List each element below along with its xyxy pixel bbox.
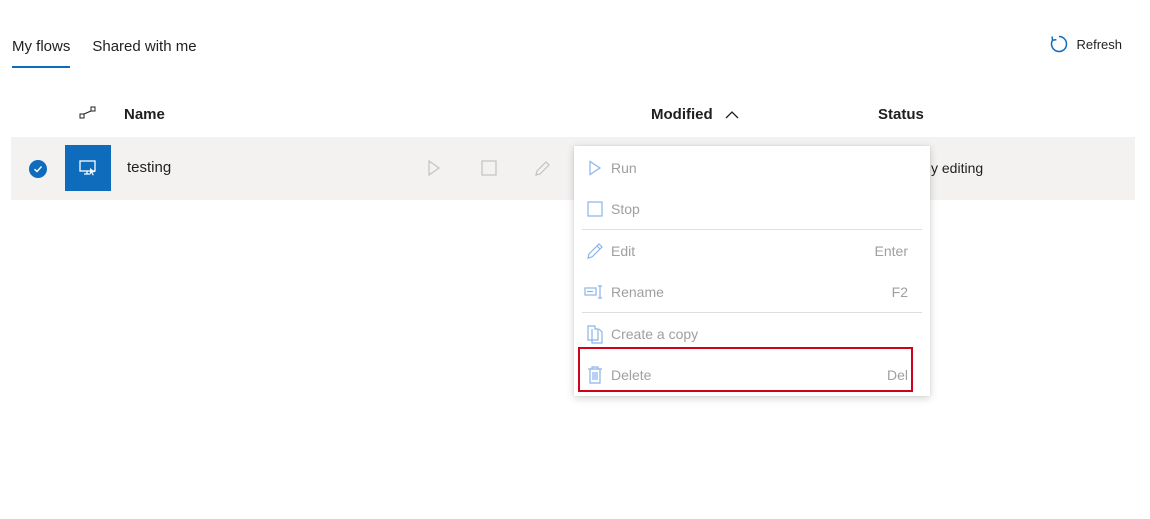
menu-item-edit[interactable]: Edit Enter	[574, 231, 930, 271]
tab-shared-with-me[interactable]: Shared with me	[92, 36, 196, 68]
tab-my-flows[interactable]: My flows	[12, 36, 71, 68]
menu-separator	[582, 229, 922, 230]
refresh-label: Refresh	[1076, 36, 1122, 52]
table-row[interactable]: testing y editing	[11, 137, 1135, 200]
run-icon[interactable]	[427, 159, 441, 177]
edit-icon[interactable]	[532, 159, 552, 179]
stop-icon	[584, 200, 606, 218]
column-header-modified[interactable]: Modified	[651, 103, 739, 127]
column-header-status[interactable]: Status	[878, 103, 924, 127]
menu-item-label: Stop	[611, 201, 640, 217]
delete-highlight-box	[578, 347, 913, 392]
checkmark-icon	[34, 166, 43, 173]
stop-icon[interactable]	[480, 159, 498, 177]
menu-separator	[582, 312, 922, 313]
desktop-flow-icon	[65, 145, 111, 191]
flow-name[interactable]: testing	[127, 159, 171, 176]
refresh-button[interactable]: Refresh	[1049, 34, 1122, 54]
column-header-name[interactable]: Name	[124, 103, 165, 127]
pencil-icon	[584, 242, 606, 260]
menu-item-label: Edit	[611, 243, 636, 259]
rename-icon	[584, 283, 606, 301]
column-header-type[interactable]	[78, 104, 98, 128]
menu-item-label: Run	[611, 160, 637, 176]
tab-bar: My flows Shared with me	[12, 36, 219, 68]
row-checkbox[interactable]	[29, 160, 47, 178]
menu-item-shortcut: F2	[891, 284, 908, 300]
flow-type-icon	[79, 106, 96, 119]
menu-item-stop[interactable]: Stop	[574, 189, 930, 229]
play-icon	[584, 159, 606, 177]
status-text: y editing	[931, 160, 984, 176]
menu-item-label: Rename	[611, 284, 664, 300]
column-header-modified-label: Modified	[651, 106, 713, 123]
menu-item-shortcut: Enter	[874, 243, 908, 259]
chevron-up-icon	[725, 111, 739, 119]
menu-item-run[interactable]: Run	[574, 148, 930, 188]
copy-icon	[584, 325, 606, 344]
menu-item-rename[interactable]: Rename F2	[574, 272, 930, 312]
menu-item-label: Create a copy	[611, 326, 699, 342]
refresh-icon	[1051, 35, 1068, 53]
